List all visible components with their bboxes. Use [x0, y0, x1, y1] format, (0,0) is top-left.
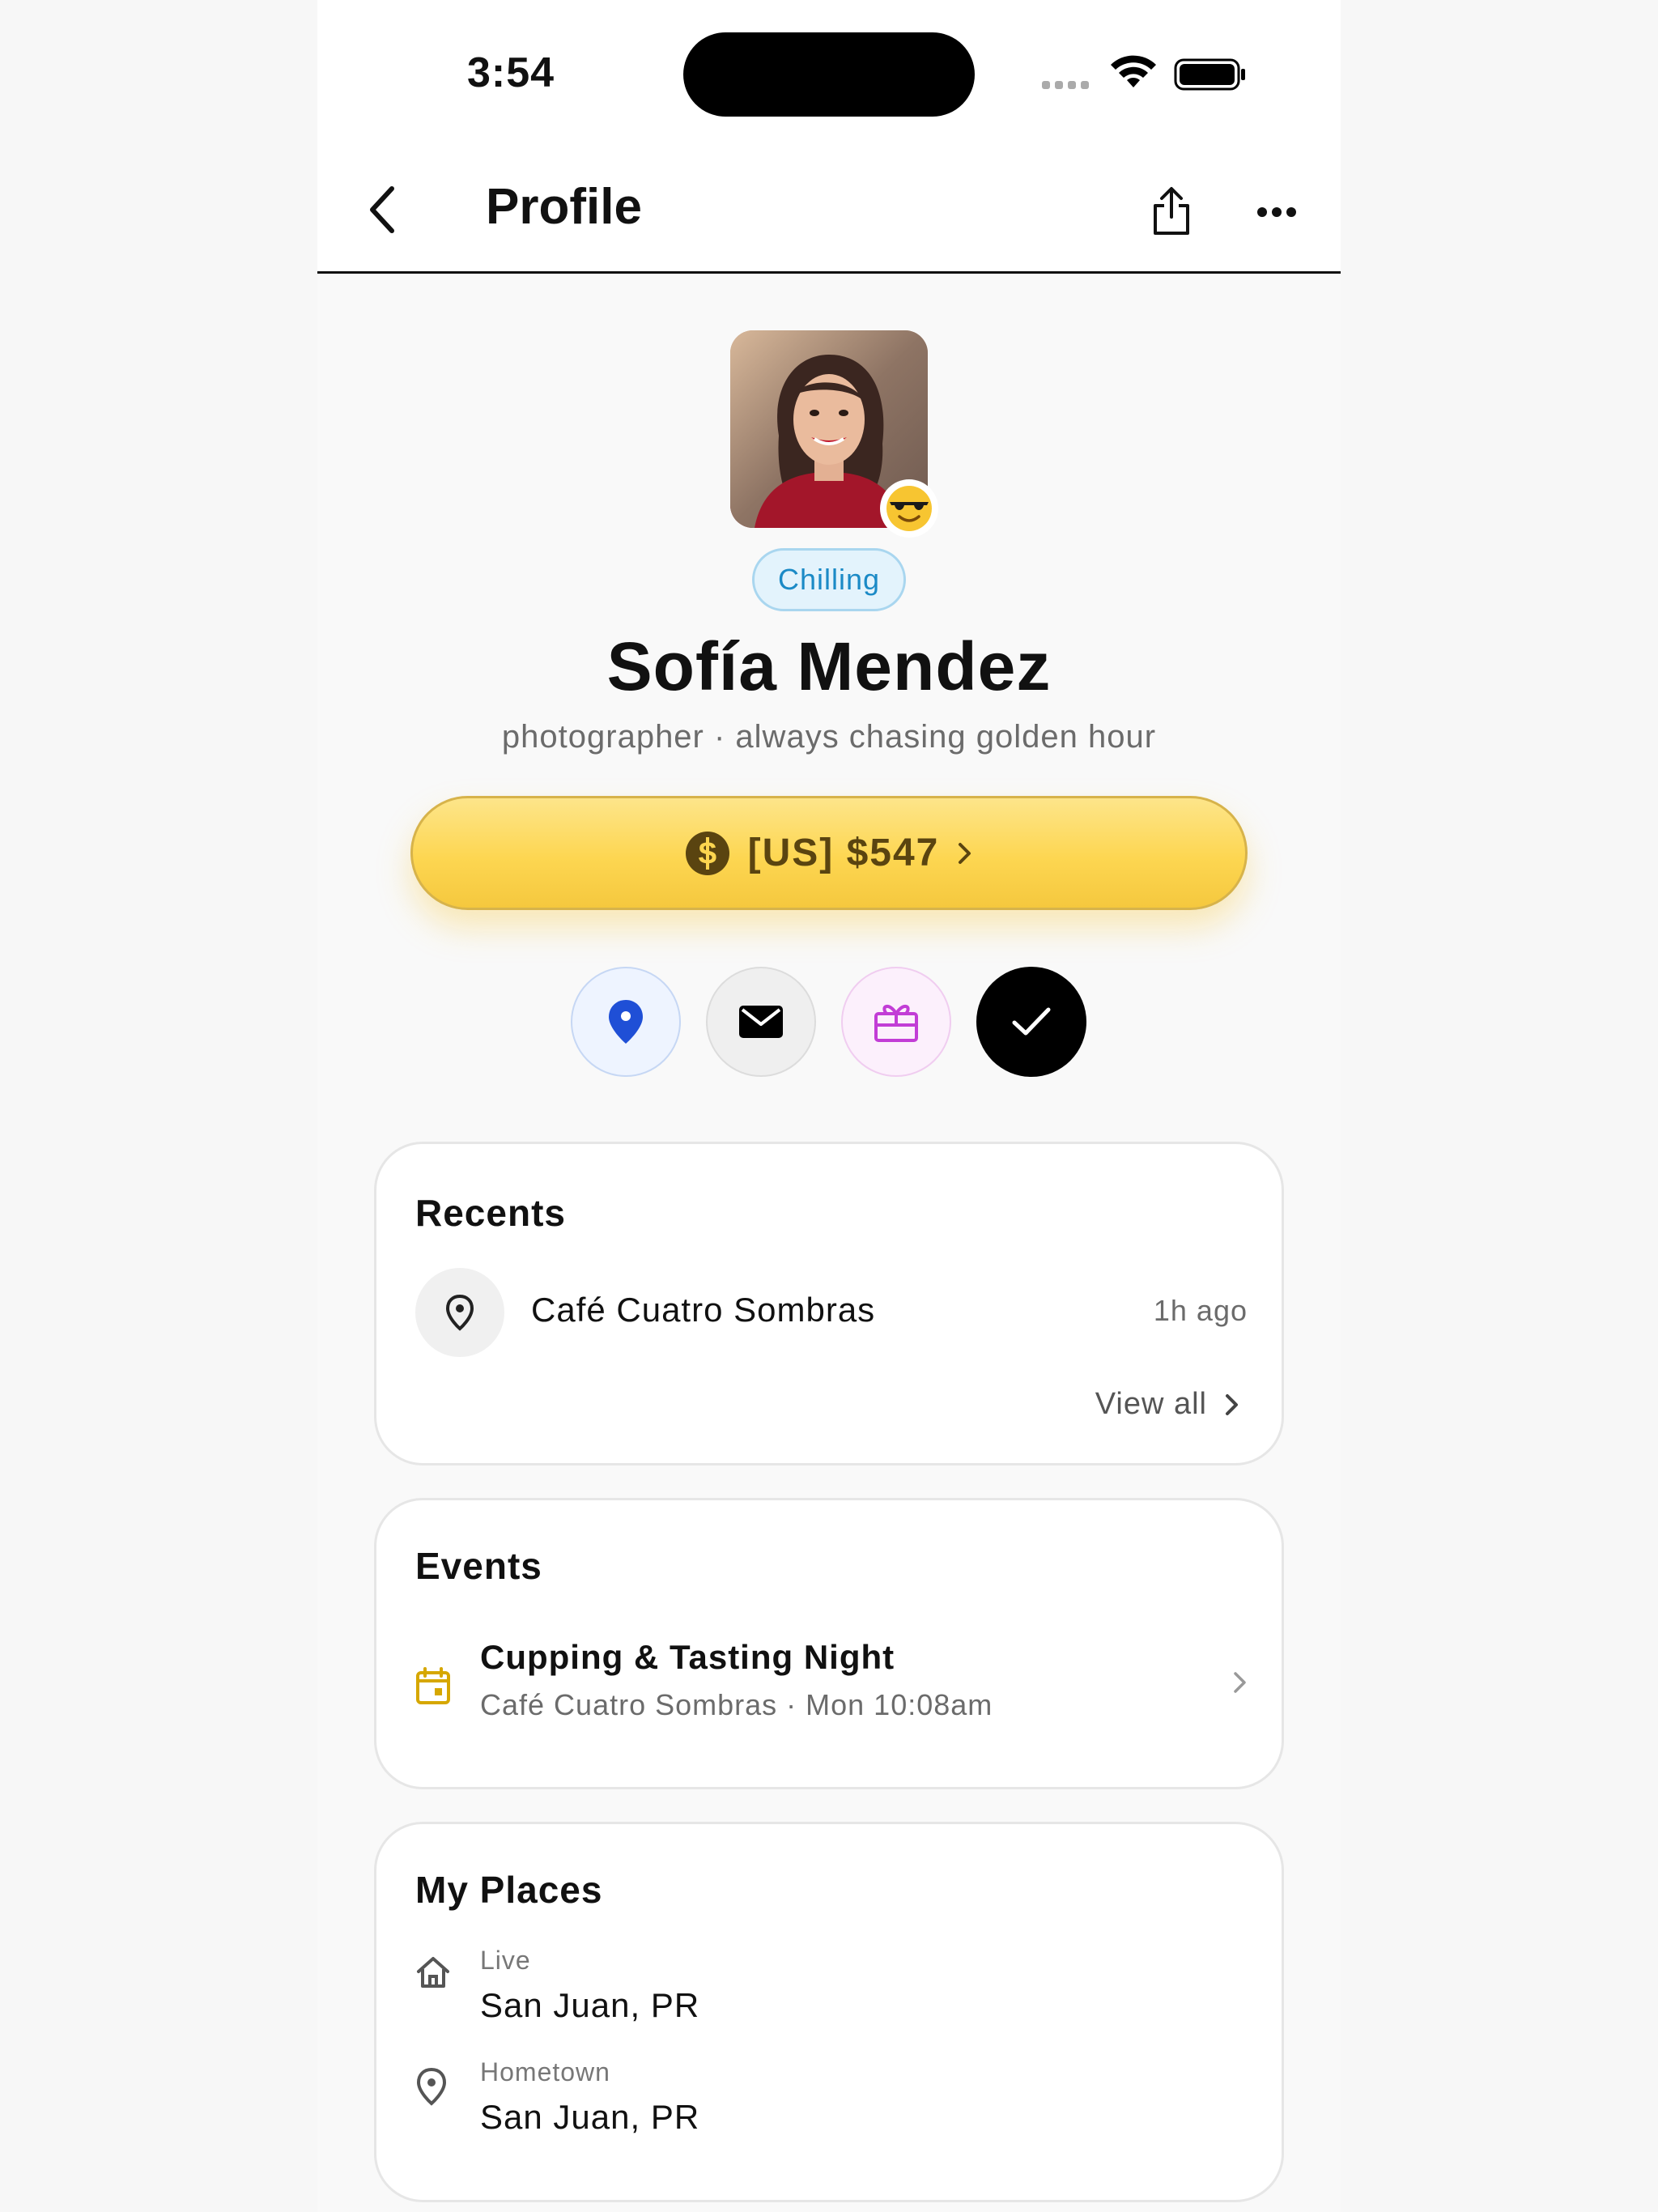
map-pin-icon: [416, 2067, 447, 2106]
place-row-live: Live San Juan, PR: [415, 1946, 1225, 2035]
wifi-icon: [1111, 55, 1156, 87]
my-places-card: My Places Live San Juan, PR Hometown San…: [374, 1822, 1284, 2202]
home-icon: [417, 1957, 449, 1988]
emoji-status-badge: [880, 479, 938, 538]
event-title: Cupping & Tasting Night: [480, 1638, 895, 1676]
check-action-button[interactable]: [976, 967, 1086, 1077]
recent-time: 1h ago: [1153, 1294, 1248, 1327]
place-label: Hometown: [480, 2057, 610, 2087]
recents-card: Recents Café Cuatro Sombras 1h ago View …: [374, 1142, 1284, 1465]
navigation-bar: Profile: [317, 146, 1341, 274]
mail-icon: [739, 1006, 783, 1038]
quick-actions: [571, 967, 1105, 1077]
balance-button[interactable]: S [US] $547: [410, 796, 1248, 910]
chevron-right-icon: [1226, 1393, 1238, 1415]
dollar-coin-icon: S: [685, 831, 729, 875]
place-avatar: [415, 1268, 504, 1357]
share-button[interactable]: [1143, 181, 1200, 241]
calendar-icon: [416, 1667, 450, 1704]
location-pin-icon: [609, 1000, 643, 1044]
my-places-title: My Places: [415, 1869, 603, 1911]
place-value: San Juan, PR: [480, 2098, 700, 2136]
more-options-button[interactable]: [1248, 188, 1305, 236]
place-value: San Juan, PR: [480, 1986, 700, 2024]
sunglasses-emoji-icon: [886, 486, 932, 531]
place-label: Live: [480, 1946, 531, 1975]
recents-title: Recents: [415, 1192, 566, 1234]
view-all-label: View all: [1095, 1387, 1207, 1421]
status-bar: 3:54: [317, 0, 1341, 146]
chevron-right-icon: [1234, 1672, 1246, 1693]
status-badge[interactable]: Chilling: [752, 548, 906, 611]
view-all-link[interactable]: View all: [1095, 1387, 1239, 1422]
share-icon: [1154, 187, 1189, 235]
location-action-button[interactable]: [571, 967, 681, 1077]
events-title: Events: [415, 1545, 542, 1587]
list-item[interactable]: Café Cuatro Sombras 1h ago: [415, 1268, 1248, 1357]
status-time: 3:54: [467, 49, 555, 96]
gift-action-button[interactable]: [841, 967, 951, 1077]
check-icon: [1012, 1007, 1051, 1036]
battery-icon: [1174, 58, 1245, 91]
map-pin-icon: [445, 1294, 474, 1331]
profile-bio: photographer · always chasing golden hou…: [501, 719, 1157, 755]
list-item[interactable]: Cupping & Tasting Night Café Cuatro Somb…: [415, 1638, 1248, 1735]
cellular-signal-icon: [1042, 81, 1089, 89]
chevron-right-icon: [959, 842, 971, 864]
place-row-hometown: Hometown San Juan, PR: [415, 2057, 1225, 2146]
page-title: Profile: [486, 179, 642, 235]
profile-name: Sofía Mendez: [606, 628, 1052, 704]
chevron-left-icon: [370, 186, 394, 233]
back-button[interactable]: [358, 183, 406, 236]
gift-icon: [874, 1005, 918, 1042]
balance-label: [US] $547: [747, 832, 940, 874]
ellipsis-icon: [1257, 207, 1296, 217]
profile-screen: 3:54 Profile Chilling Sofía Mendez photo…: [317, 0, 1341, 2212]
event-subtitle: Café Cuatro Sombras · Mon 10:08am: [480, 1688, 993, 1721]
mail-action-button[interactable]: [706, 967, 816, 1077]
events-card: Events Cupping & Tasting Night Café Cuat…: [374, 1498, 1284, 1789]
dynamic-island: [683, 32, 975, 117]
recent-place-name: Café Cuatro Sombras: [531, 1291, 876, 1329]
